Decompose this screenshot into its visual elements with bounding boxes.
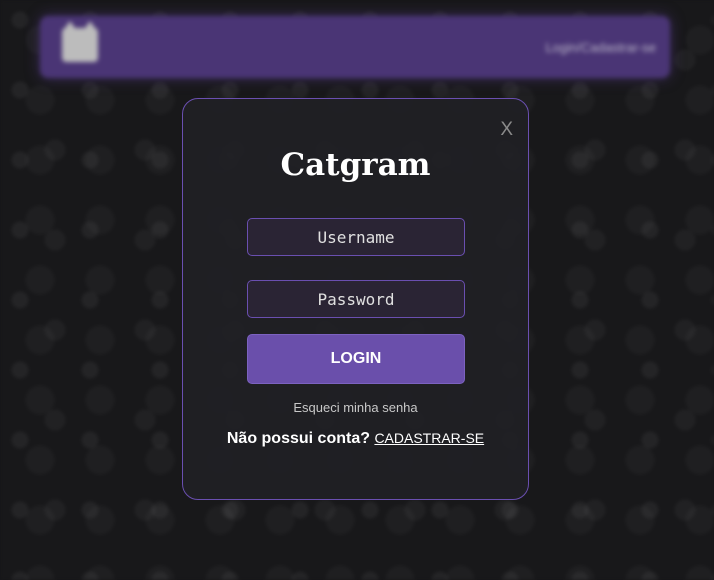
- close-button[interactable]: X: [500, 119, 513, 141]
- modal-title: Catgram: [280, 147, 431, 183]
- signup-row: Não possui conta? CADASTRAR-SE: [183, 430, 528, 448]
- forgot-password-link[interactable]: Esqueci minha senha: [183, 400, 528, 415]
- navbar: Login/Cadastrar-se: [40, 16, 670, 78]
- cat-logo-icon[interactable]: [62, 21, 98, 62]
- login-modal: X Catgram LOGIN Esqueci minha senha Não …: [182, 98, 529, 500]
- nav-login-link[interactable]: Login/Cadastrar-se: [545, 40, 656, 55]
- signup-question: Não possui conta?: [226, 430, 370, 447]
- signup-link[interactable]: CADASTRAR-SE: [374, 430, 484, 446]
- password-input[interactable]: [247, 280, 465, 318]
- login-button[interactable]: LOGIN: [247, 334, 465, 384]
- username-input[interactable]: [247, 218, 465, 256]
